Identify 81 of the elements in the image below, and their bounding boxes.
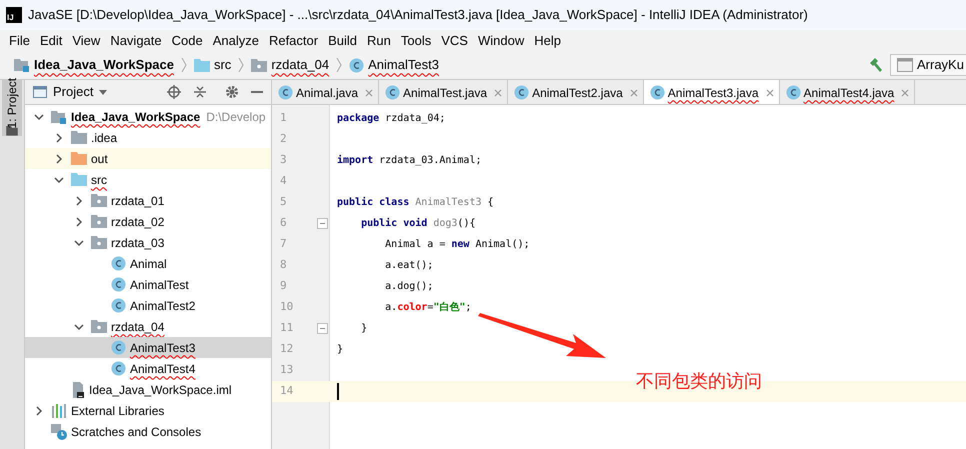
menu-item[interactable]: File: [4, 30, 35, 50]
code-line: public class AnimalTest3 {: [336, 196, 494, 210]
item-label: rzdata_04: [111, 318, 164, 336]
tree-item[interactable]: .idea: [25, 127, 271, 148]
code-line: package rzdata_04;: [336, 112, 446, 126]
tree-item[interactable]: rzdata_03: [25, 232, 271, 253]
line-number: 12: [279, 341, 294, 358]
tree-item[interactable]: Animal: [25, 253, 271, 274]
app-logo: IJ: [6, 7, 22, 23]
line-number: 1: [279, 110, 288, 126]
item-label: out: [91, 150, 108, 168]
item-label: Idea_Java_WorkSpace: [71, 108, 200, 126]
tree-item[interactable]: AnimalTest3: [25, 337, 271, 358]
line-number: 10: [279, 299, 294, 316]
line-number: 8: [279, 257, 288, 274]
line-number: 7: [279, 236, 288, 252]
line-number: 4: [279, 173, 288, 190]
tree-item[interactable]: rzdata_04: [25, 316, 271, 337]
line-number: 5: [279, 194, 288, 210]
code-line: a.dog();: [384, 280, 434, 294]
menu-item[interactable]: Help: [529, 30, 566, 50]
line-number: 11: [279, 320, 294, 336]
item-label: AnimalTest4: [130, 360, 196, 378]
line-number: 2: [279, 131, 288, 148]
menu-item[interactable]: Edit: [34, 30, 68, 50]
item-label: External Libraries: [71, 402, 164, 420]
item-label: Idea_Java_WorkSpace.iml: [89, 382, 232, 398]
line-number: 14: [279, 383, 294, 400]
tree-item[interactable]: AnimalTest: [25, 274, 271, 295]
code-line: }: [336, 343, 344, 357]
project-tool-tab[interactable]: 1: Project: [2, 80, 22, 136]
item-label: AnimalTest2: [130, 298, 196, 314]
item-label: AnimalTest: [130, 276, 189, 294]
tree-item[interactable]: Idea_Java_WorkSpace D:\Develop: [25, 106, 271, 127]
line-number: 9: [279, 278, 288, 294]
item-path: D:\Develop: [206, 108, 266, 126]
breadcrumb[interactable]: src: [214, 55, 232, 75]
item-label: AnimalTest3: [130, 340, 196, 356]
tree-item[interactable]: Scratches and Consoles: [25, 421, 271, 442]
menu-item[interactable]: Code: [166, 30, 208, 50]
menu-item[interactable]: Build: [323, 30, 362, 50]
tree-item[interactable]: out: [25, 148, 271, 169]
code-line: Animal a = new Animal();: [384, 238, 530, 252]
code-line: public void dog3(){: [360, 216, 476, 231]
window-title: JavaSE [D:\Develop\Idea_Java_WorkSpace] - ...\src\rzdata_04\AnimalTest3.java [Idea_Java_WorkSpace] - IntelliJ IDEA (Administrator): [28, 6, 808, 24]
tree-item[interactable]: AnimalTest2: [25, 295, 271, 316]
menu-item[interactable]: Window: [472, 30, 530, 50]
menu-item[interactable]: Analyze: [208, 30, 264, 50]
menu-item[interactable]: Refactor: [264, 30, 324, 50]
item-label: rzdata_01: [111, 192, 164, 210]
breadcrumb[interactable]: AnimalTest3: [368, 55, 439, 75]
line-number: 13: [279, 362, 294, 378]
code-line: }: [360, 322, 368, 336]
menu-item[interactable]: Tools: [396, 30, 436, 50]
item-label: Scratches and Consoles: [71, 424, 202, 440]
item-label: .idea: [91, 130, 118, 146]
tree-item[interactable]: rzdata_01: [25, 190, 271, 211]
editor-tab[interactable]: AnimalTest3.java: [644, 80, 780, 104]
annotation-text: 不同包类的访问: [636, 370, 762, 393]
menu-item[interactable]: Navigate: [105, 30, 167, 50]
menu-item[interactable]: Run: [362, 30, 396, 50]
tree-item[interactable]: External Libraries: [25, 400, 271, 421]
line-number: 6: [279, 215, 288, 232]
item-label: src: [91, 172, 107, 188]
code-line: import rzdata_03.Animal;: [336, 154, 482, 168]
item-label: Animal: [130, 256, 167, 272]
tree-item[interactable]: src: [25, 169, 271, 190]
code-line: a.eat();: [384, 259, 434, 273]
tree-item[interactable]: Idea_Java_WorkSpace.iml: [25, 379, 271, 400]
menu-item[interactable]: VCS: [436, 30, 473, 50]
panel-title[interactable]: Project: [53, 82, 94, 102]
breadcrumb[interactable]: rzdata_04: [271, 55, 330, 75]
item-label: rzdata_03: [111, 234, 164, 252]
tree-item[interactable]: rzdata_02: [25, 211, 271, 232]
editor-tab[interactable]: AnimalTest4.java: [780, 80, 916, 104]
menu-item[interactable]: View: [67, 30, 106, 50]
item-label: rzdata_02: [111, 214, 164, 230]
code-line: a.color="白色";: [384, 300, 472, 315]
breadcrumb[interactable]: Idea_Java_WorkSpace: [34, 55, 174, 75]
tree-item[interactable]: AnimalTest4: [25, 358, 271, 379]
line-number: 3: [279, 152, 288, 168]
